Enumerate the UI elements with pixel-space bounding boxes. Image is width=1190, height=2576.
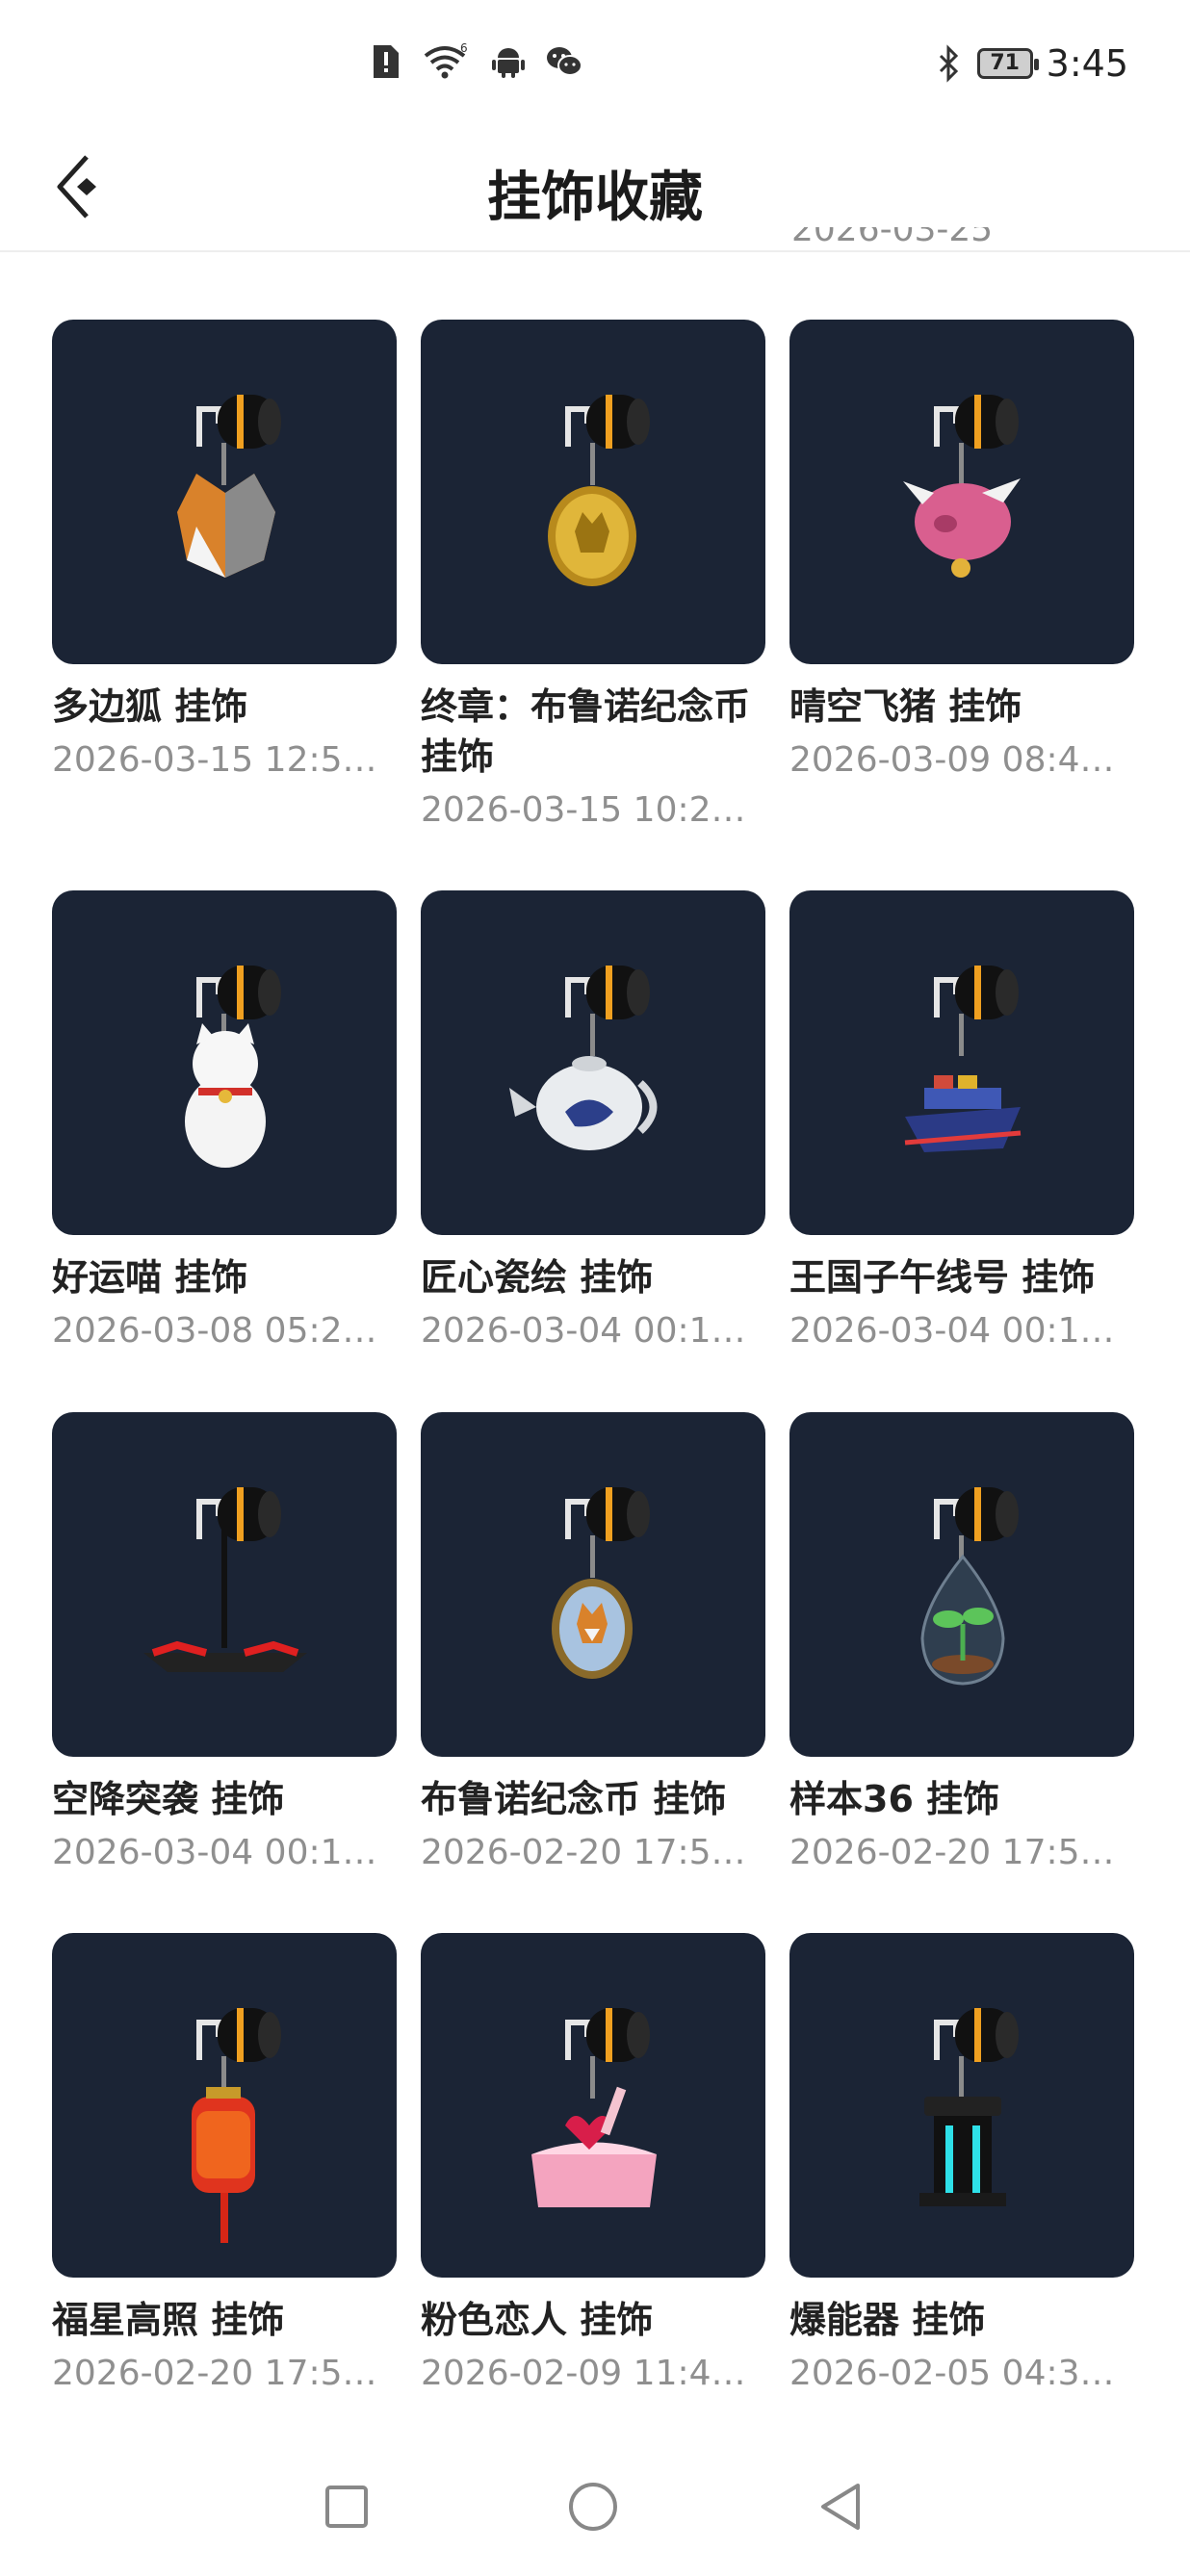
- wechat-icon: [545, 42, 583, 81]
- charm-thumbnail[interactable]: [789, 320, 1134, 664]
- charm-name: 王国子午线号 挂饰: [789, 1256, 1096, 1299]
- recent-apps-button[interactable]: [308, 2468, 385, 2545]
- charm-card[interactable]: 王国子午线号 挂饰 2026-03-04 00:15:...: [789, 890, 1134, 1354]
- charm-date: 2026-03-04 00:15:...: [789, 1311, 1134, 1351]
- charm-name: 样本36 挂饰: [789, 1778, 1000, 1820]
- charm-image: [531, 2008, 657, 2207]
- alert-sim-icon: [366, 42, 404, 81]
- charm-image: [509, 966, 658, 1150]
- charm-name: 粉色恋人 挂饰: [421, 2299, 654, 2341]
- status-time: 3:45: [1046, 42, 1128, 85]
- charm-thumbnail[interactable]: [789, 1412, 1134, 1757]
- charm-image: [920, 1487, 1019, 1686]
- charm-name: 空降突袭 挂饰: [52, 1778, 285, 1820]
- system-nav-bar: [0, 2445, 1190, 2576]
- android-icon: [489, 42, 528, 81]
- charm-date: 2026-02-20 17:52:...: [421, 1833, 765, 1872]
- charm-thumbnail[interactable]: [52, 1933, 397, 2278]
- charm-thumbnail[interactable]: [421, 890, 765, 1235]
- charm-image: [919, 2008, 1019, 2206]
- charm-card[interactable]: 爆能器 挂饰 2026-02-05 04:30:...: [789, 1933, 1134, 2397]
- charm-thumbnail[interactable]: [421, 320, 765, 664]
- charm-card[interactable]: 好运喵 挂饰 2026-03-08 05:23:...: [52, 890, 397, 1354]
- charm-card[interactable]: 多边狐 挂饰 2026-03-15 12:54:...: [52, 320, 397, 784]
- charm-image: [904, 966, 1022, 1152]
- charm-thumbnail[interactable]: [52, 320, 397, 664]
- status-icons-left: 6: [366, 41, 583, 81]
- wifi-icon: 6: [422, 41, 472, 81]
- charm-date: 2026-03-08 05:23:...: [52, 1311, 397, 1351]
- charm-card[interactable]: 布鲁诺纪念币 挂饰 2026-02-20 17:52:...: [421, 1412, 765, 1876]
- charm-name: 爆能器 挂饰: [789, 2299, 986, 2341]
- recent-apps-icon: [325, 2486, 368, 2528]
- charm-thumbnail[interactable]: [52, 890, 397, 1235]
- charm-card[interactable]: 空降突袭 挂饰 2026-03-04 00:15:...: [52, 1412, 397, 1876]
- battery-indicator: 71: [976, 48, 1039, 79]
- charm-name: 福星高照 挂饰: [52, 2299, 285, 2341]
- charm-name: 布鲁诺纪念币 挂饰: [421, 1778, 727, 1820]
- charm-thumbnail[interactable]: [421, 1933, 765, 2278]
- back-icon: [821, 2484, 860, 2530]
- charm-date: 2026-02-20 17:52:...: [789, 1833, 1134, 1872]
- charm-image: [177, 395, 281, 578]
- charm-name: 终章：布鲁诺纪念币 挂饰: [421, 685, 751, 778]
- charm-card[interactable]: 终章：布鲁诺纪念币 挂饰 2026-03-15 10:21:...: [421, 320, 765, 834]
- charm-thumbnail[interactable]: [421, 1412, 765, 1757]
- status-icons-right: 71 3:45: [935, 42, 1128, 85]
- charm-image: [143, 1487, 307, 1672]
- charm-name: 匠心瓷绘 挂饰: [421, 1256, 654, 1299]
- home-icon: [569, 2483, 617, 2531]
- charm-name: 晴空飞猪 挂饰: [789, 685, 1022, 728]
- charm-card[interactable]: 匠心瓷绘 挂饰 2026-03-04 00:15:...: [421, 890, 765, 1354]
- charm-image: [192, 2008, 281, 2243]
- bluetooth-icon: [935, 44, 964, 83]
- charm-image: [552, 1487, 650, 1679]
- page-title: 挂饰收藏: [487, 167, 703, 229]
- status-bar: 6 71 3:45: [0, 0, 1190, 125]
- charm-date: 2026-03-04 00:15:...: [52, 1833, 397, 1872]
- charm-date: 2026-03-09 08:40:...: [789, 740, 1134, 780]
- charm-date: 2026-02-20 17:52:...: [52, 2354, 397, 2393]
- charm-date: 2026-03-15 12:54:...: [52, 740, 397, 780]
- charm-thumbnail[interactable]: [789, 1933, 1134, 2278]
- charm-image: [185, 966, 281, 1168]
- charm-thumbnail[interactable]: [52, 1412, 397, 1757]
- nav-back-button[interactable]: [803, 2468, 880, 2545]
- charm-name: 好运喵 挂饰: [52, 1256, 248, 1299]
- battery-level: 71: [990, 51, 1020, 75]
- charm-date: 2026-02-05 04:30:...: [789, 2354, 1134, 2393]
- charm-thumbnail[interactable]: [789, 890, 1134, 1235]
- charm-card[interactable]: 福星高照 挂饰 2026-02-20 17:52:...: [52, 1933, 397, 2397]
- charm-image: [903, 395, 1021, 578]
- home-button[interactable]: [555, 2468, 632, 2545]
- charm-card[interactable]: 粉色恋人 挂饰 2026-02-09 11:44:...: [421, 1933, 765, 2397]
- charm-date: 2026-02-09 11:44:...: [421, 2354, 765, 2393]
- charm-date: 2026-03-04 00:15:...: [421, 1311, 765, 1351]
- charm-image: [548, 395, 650, 586]
- charm-name: 多边狐 挂饰: [52, 685, 248, 728]
- scrolled-item-date: 2026-03-25 02:00:...: [791, 227, 994, 254]
- charm-card[interactable]: 晴空飞猪 挂饰 2026-03-09 08:40:...: [789, 320, 1134, 784]
- charm-card[interactable]: 样本36 挂饰 2026-02-20 17:52:...: [789, 1412, 1134, 1876]
- charm-date: 2026-03-15 10:21:...: [421, 790, 765, 830]
- svg-text:6: 6: [460, 42, 468, 55]
